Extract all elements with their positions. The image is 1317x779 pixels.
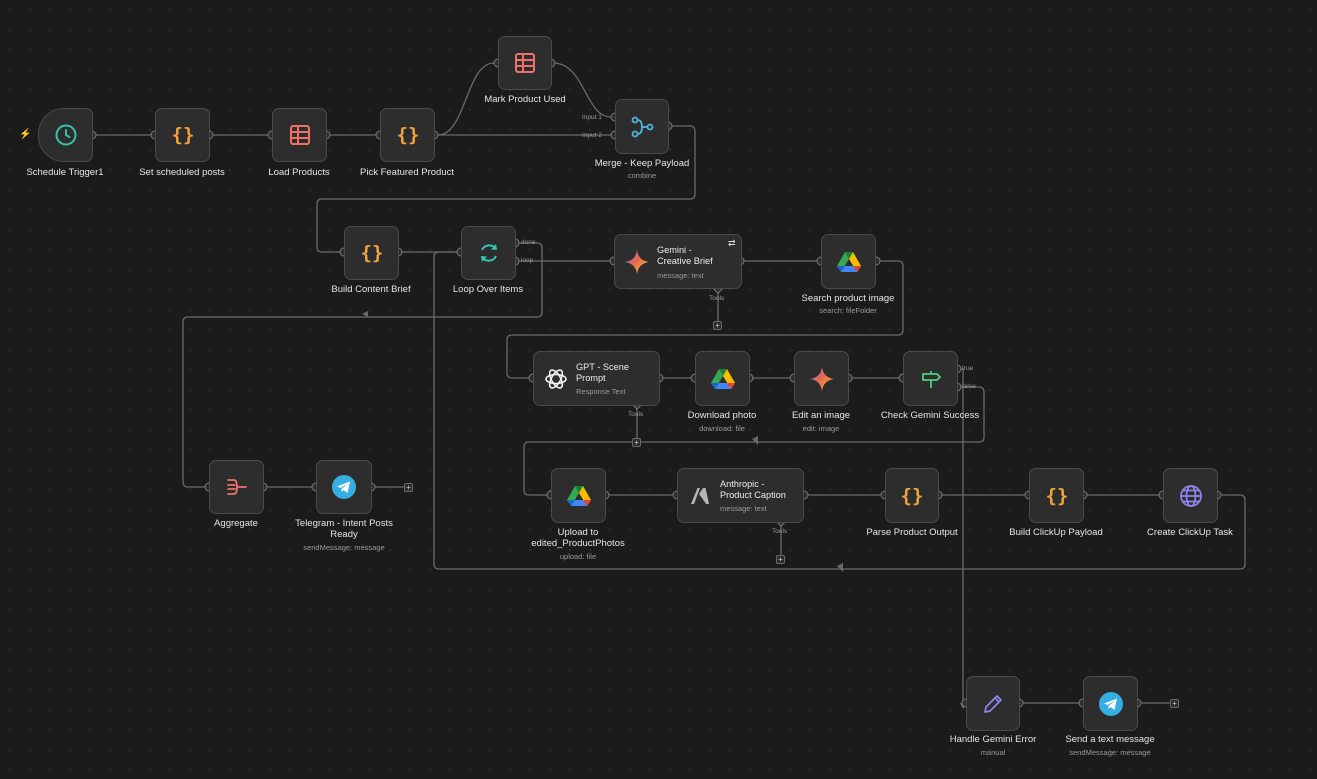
- node-edit-an-image[interactable]: [794, 351, 849, 406]
- node-build-content-brief[interactable]: [344, 226, 399, 280]
- node-sublabel: edit: image: [802, 424, 840, 433]
- node-loop-over-items[interactable]: [461, 226, 516, 280]
- port-label-done: done: [521, 239, 536, 246]
- node-title: Gemini - Creative Brief: [657, 245, 713, 266]
- node-label: Send a text message: [1065, 734, 1155, 745]
- merge-icon: [631, 116, 654, 137]
- node-send-a-text-message[interactable]: [1083, 676, 1138, 731]
- node-sublabel: message: text: [657, 271, 704, 280]
- gemini-icon: [809, 366, 835, 392]
- node-label: Telegram - Intent Posts Ready: [295, 518, 393, 540]
- add-tool-button[interactable]: +: [713, 321, 722, 330]
- node-download-photo[interactable]: [695, 351, 750, 406]
- port-label-input-2: Input 2: [582, 132, 602, 139]
- add-node-button[interactable]: +: [404, 483, 413, 492]
- code-braces-icon: [1044, 483, 1070, 509]
- trigger-bolt-icon: ⚡: [19, 129, 32, 140]
- google-drive-icon: [836, 249, 862, 275]
- node-label: Mark Product Used: [484, 94, 566, 105]
- globe-icon: [1179, 484, 1202, 507]
- port-label-true: true: [962, 365, 974, 372]
- telegram-icon: [331, 474, 357, 500]
- node-label: Check Gemini Success: [880, 410, 980, 421]
- node-pick-featured-product[interactable]: [380, 108, 435, 162]
- node-sublabel: sendMessage: message: [1069, 748, 1151, 757]
- code-braces-icon: [170, 122, 196, 148]
- port-label-input-1: Input 1: [582, 114, 602, 121]
- google-drive-icon: [566, 483, 592, 509]
- node-parse-product-output[interactable]: [885, 468, 939, 523]
- node-build-clickup-payload[interactable]: [1029, 468, 1084, 523]
- add-tool-button[interactable]: +: [776, 555, 785, 564]
- node-telegram-intent-posts-ready[interactable]: [316, 460, 372, 514]
- gemini-icon: [624, 249, 650, 275]
- node-sublabel: message: text: [720, 504, 767, 513]
- retry-icon: ⇄: [728, 238, 736, 248]
- node-upload-edited-product-photos[interactable]: [551, 468, 606, 523]
- node-handle-gemini-error[interactable]: [966, 676, 1020, 731]
- table-icon: [512, 50, 538, 76]
- node-sublabel: search: fileFolder: [819, 306, 877, 315]
- pencil-icon: [984, 694, 1002, 713]
- tools-label: Tools: [772, 528, 788, 535]
- node-mark-product-used[interactable]: [498, 36, 552, 90]
- port-label-loop: loop: [521, 257, 534, 264]
- node-sublabel: sendMessage: message: [303, 543, 385, 552]
- table-icon: [287, 122, 313, 148]
- openai-icon: [545, 368, 567, 389]
- node-set-scheduled-posts[interactable]: [155, 108, 210, 162]
- node-label: Search product image: [801, 293, 895, 304]
- node-schedule-trigger[interactable]: [38, 108, 93, 162]
- telegram-icon: [1098, 691, 1124, 717]
- loop-icon: [480, 244, 497, 262]
- node-search-product-image[interactable]: [821, 234, 876, 289]
- node-create-clickup-task[interactable]: [1163, 468, 1218, 523]
- code-braces-icon: [899, 483, 925, 509]
- node-sublabel: upload: file: [559, 552, 597, 561]
- node-title: Anthropic - Product Caption: [720, 479, 786, 500]
- node-label: Loop Over Items: [452, 284, 524, 295]
- node-gemini-creative-brief[interactable]: Gemini - Creative Brief message: text: [614, 234, 742, 289]
- node-sublabel: combine: [627, 171, 657, 180]
- clock-icon: [53, 122, 79, 148]
- node-sublabel: Response Text: [576, 387, 626, 396]
- node-label: Pick Featured Product: [360, 167, 454, 178]
- add-tool-button[interactable]: +: [632, 438, 641, 447]
- code-braces-icon: [395, 122, 421, 148]
- node-aggregate[interactable]: [209, 460, 264, 514]
- signpost-icon: [921, 370, 941, 388]
- node-label: Upload to edited_ProductPhotos: [531, 527, 625, 549]
- anthropic-icon: [691, 487, 709, 504]
- node-merge-keep-payload[interactable]: [615, 99, 669, 154]
- node-title: GPT - Scene Prompt: [576, 362, 629, 383]
- google-drive-icon: [710, 366, 736, 392]
- aggregate-icon: [226, 479, 247, 495]
- add-node-button[interactable]: +: [1170, 699, 1179, 708]
- port-label-false: false: [962, 383, 976, 390]
- node-check-gemini-success[interactable]: [903, 351, 958, 406]
- node-label: Create ClickUp Task: [1147, 527, 1233, 538]
- node-label: Merge - Keep Payload: [594, 158, 690, 169]
- node-gpt-scene-prompt[interactable]: GPT - Scene Prompt Response Text: [533, 351, 660, 406]
- code-braces-icon: [359, 240, 385, 266]
- tools-label: Tools: [709, 295, 725, 302]
- node-anthropic-product-caption[interactable]: Anthropic - Product Caption message: tex…: [677, 468, 804, 523]
- node-load-products[interactable]: [272, 108, 327, 162]
